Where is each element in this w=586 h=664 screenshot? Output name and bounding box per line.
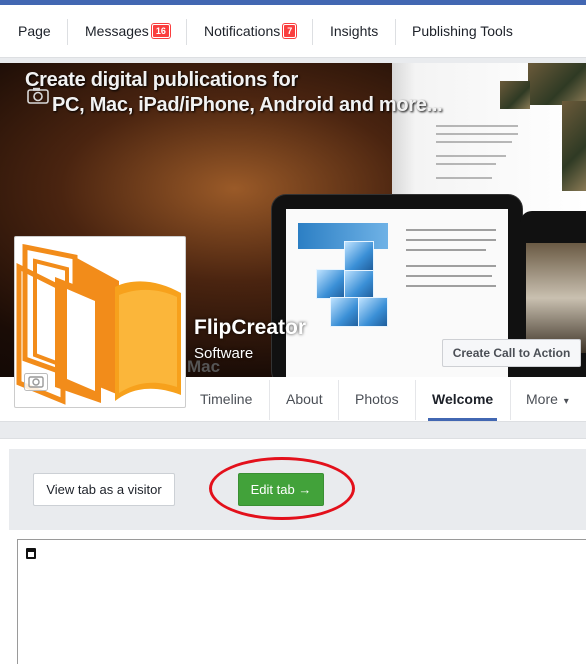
messages-count-badge: 16 [151,24,170,38]
nav-insights[interactable]: Insights [330,5,378,58]
ipad-text-line [406,285,496,287]
nav-divider [395,19,396,45]
cover-headline-line-1: Create digital publications for [25,69,298,91]
nav-divider [312,19,313,45]
nav-page[interactable]: Page [18,5,51,58]
tab-divider [510,380,511,420]
nav-divider [186,19,187,45]
cover-text-line [436,155,506,157]
nav-insights-label: Insights [330,23,379,39]
ipad-text-line [406,239,496,241]
cube-graphic [316,269,346,299]
notifications-count-badge: 7 [283,24,297,38]
create-call-to-action-button[interactable]: Create Call to Action [442,339,581,367]
nav-notifications-label: Notifications [204,23,281,39]
tab-timeline[interactable]: Timeline [200,377,252,422]
nav-messages[interactable]: Messages 16 [85,5,170,58]
nav-notifications[interactable]: Notifications 7 [204,5,297,58]
tab-more-label: More [526,391,558,407]
ipad-magazine-title [298,223,388,249]
nav-messages-label: Messages [85,23,149,39]
cube-graphic [344,241,374,271]
phone-screen [526,243,586,353]
nav-publishing-tools[interactable]: Publishing Tools [412,5,513,58]
tab-welcome[interactable]: Welcome [432,377,493,422]
cover-text-line [436,141,512,143]
camera-icon[interactable] [27,87,49,104]
tab-more[interactable]: More ▾ [526,377,569,422]
annotation-highlight-circle [209,457,355,520]
cover-text-line [436,177,492,179]
cover-headline: Create digital publications for PC, Mac,… [25,68,443,118]
broken-frame-icon [26,548,36,559]
tab-photos[interactable]: Photos [355,377,399,422]
cover-thumbnail-photo [500,81,530,109]
cube-graphic [344,269,374,299]
tab-divider [415,380,416,420]
active-tab-indicator [428,418,497,421]
cube-graphic [358,297,388,327]
nav-publishing-tools-label: Publishing Tools [412,23,513,39]
cover-thumbnail-photo [562,101,586,191]
page-category[interactable]: Software [194,345,253,362]
cover-thumbnail-photo [528,63,586,105]
ipad-text-line [406,249,486,251]
cube-graphic [330,297,360,327]
cover-text-line [436,163,496,165]
tab-divider [338,380,339,420]
cover-headline-line-2: PC, Mac, iPad/iPhone, Android and more..… [52,94,443,116]
view-tab-as-visitor-button[interactable]: View tab as a visitor [33,473,175,506]
ipad-text-line [406,265,496,267]
cover-text-line [436,125,518,127]
nav-page-label: Page [18,23,51,39]
page-title[interactable]: FlipCreator [194,316,306,340]
caret-down-icon: ▾ [563,396,569,407]
ipad-text-line [406,275,492,277]
camera-icon[interactable] [24,373,48,391]
tab-about[interactable]: About [286,377,323,422]
page-admin-nav: Page Messages 16 Notifications 7 Insights … [0,5,586,58]
ipad-text-line [406,229,496,231]
tab-divider [269,380,270,420]
cover-text-line [436,133,518,135]
nav-divider [67,19,68,45]
tab-content-frame[interactable] [17,539,586,664]
